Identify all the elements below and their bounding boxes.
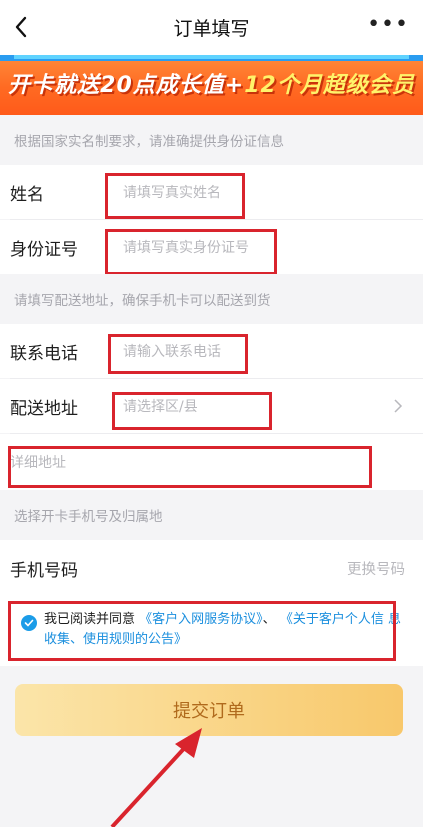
annotation-arrow-icon bbox=[110, 728, 202, 827]
